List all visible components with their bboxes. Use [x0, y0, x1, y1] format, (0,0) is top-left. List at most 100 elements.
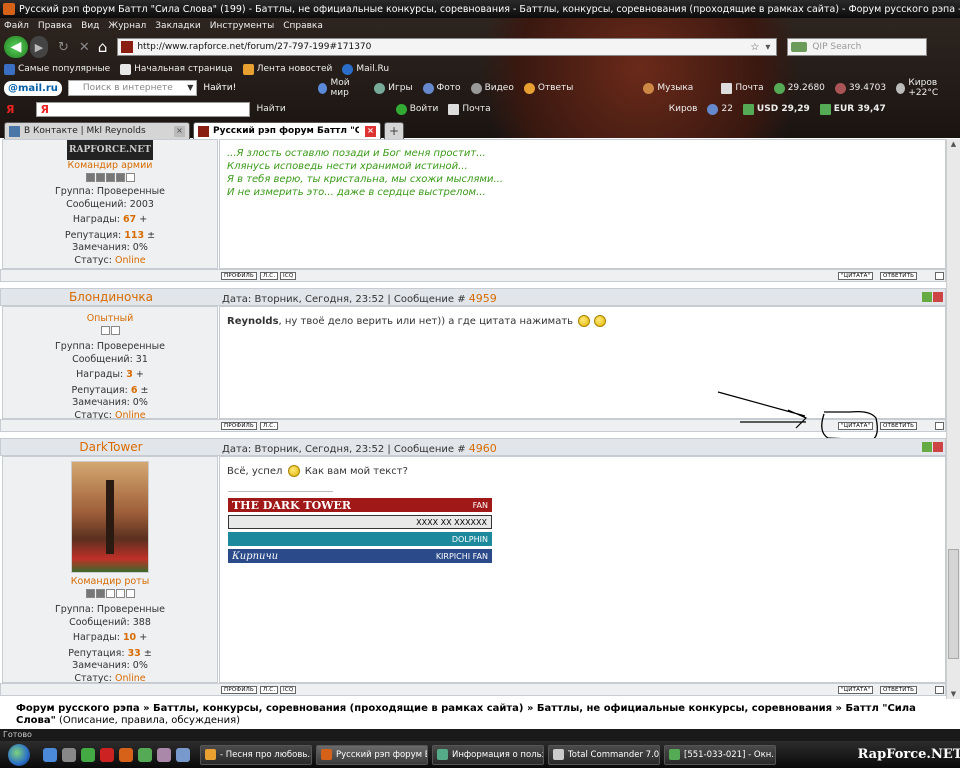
- rep-value[interactable]: 6: [131, 385, 138, 396]
- address-bar[interactable]: http://www.rapforce.net/forum/27-797-199…: [117, 38, 778, 56]
- scroll-up-icon[interactable]: ▲: [949, 140, 958, 148]
- scroll-top-icon[interactable]: [935, 422, 944, 430]
- bookmark-mailru[interactable]: Mail.Ru: [342, 63, 389, 75]
- search-engine-icon[interactable]: [791, 42, 808, 52]
- opera-quicklaunch-icon[interactable]: [100, 747, 114, 762]
- mailbar-item-my-world[interactable]: Мой мир: [318, 78, 364, 98]
- forward-button[interactable]: ▶: [30, 36, 48, 58]
- yabar-login[interactable]: Войти: [395, 103, 438, 115]
- scrollbar-thumb[interactable]: [948, 549, 959, 659]
- yandex-search-input[interactable]: Я: [36, 101, 251, 117]
- home-icon[interactable]: ⌂: [98, 38, 108, 56]
- awards-value[interactable]: 67: [123, 214, 136, 225]
- app-quicklaunch-icon[interactable]: [138, 747, 152, 762]
- address-url[interactable]: http://www.rapforce.net/forum/27-797-199…: [137, 42, 750, 52]
- signature-banner[interactable]: THE DARK TOWER FAN: [228, 498, 492, 512]
- signature-banner[interactable]: XXXX XX XXXXXX: [228, 515, 492, 529]
- ie-quicklaunch-icon[interactable]: [43, 747, 57, 762]
- plus-icon[interactable]: +: [139, 632, 147, 643]
- pm-button[interactable]: Л.С.: [260, 272, 279, 280]
- mailbar-item-mail[interactable]: Почта: [721, 82, 764, 94]
- awards-value[interactable]: 10: [123, 632, 136, 643]
- tab-rapforce[interactable]: Русский рэп форум Баттл "Сила ... ×: [193, 122, 381, 139]
- signature-banner[interactable]: DOLPHIN: [228, 532, 492, 546]
- thumbs-up-icon[interactable]: [922, 292, 932, 302]
- yandex-logo[interactable]: Я: [6, 103, 14, 116]
- reply-button[interactable]: ОТВЕТИТЬ: [880, 686, 918, 694]
- author-nick[interactable]: DarkTower: [3, 440, 219, 454]
- mailru-search-input[interactable]: Поиск в интернете: [67, 80, 198, 96]
- bookmark-news[interactable]: Лента новостей: [242, 63, 332, 75]
- rep-value[interactable]: 33: [128, 648, 141, 659]
- menu-edit[interactable]: Правка: [38, 21, 72, 31]
- scroll-top-icon[interactable]: [935, 686, 944, 694]
- bookmark-popular[interactable]: Самые популярные: [4, 63, 110, 75]
- thumbs-down-icon[interactable]: [933, 442, 943, 452]
- profile-button[interactable]: ПРОФИЛЬ: [221, 422, 257, 430]
- reply-button[interactable]: ОТВЕТИТЬ: [880, 272, 918, 280]
- tab-close-icon[interactable]: ×: [174, 125, 185, 137]
- profile-button[interactable]: ПРОФИЛЬ: [221, 272, 257, 280]
- folder-quicklaunch-icon[interactable]: [62, 747, 76, 762]
- thumbs-down-icon[interactable]: [933, 292, 943, 302]
- page-scrollbar[interactable]: ▲ ▼: [946, 139, 960, 699]
- yabar-mail[interactable]: Почта: [448, 103, 491, 115]
- icq-button[interactable]: ICQ: [280, 686, 297, 694]
- menu-view[interactable]: Вид: [81, 21, 99, 31]
- plus-minus-icon[interactable]: ±: [141, 385, 149, 396]
- search-box[interactable]: QIP Search: [787, 38, 928, 56]
- menu-help[interactable]: Справка: [283, 21, 323, 31]
- awards-value[interactable]: 3: [126, 369, 133, 380]
- taskbar-item-window[interactable]: [551-033-021] - Окн...: [664, 744, 776, 765]
- thumbs-up-icon[interactable]: [922, 442, 932, 452]
- menu-file[interactable]: Файл: [4, 21, 29, 31]
- yandex-search-button[interactable]: Найти: [256, 104, 285, 114]
- mailbar-weather[interactable]: Киров +22°C: [896, 78, 960, 98]
- scroll-top-icon[interactable]: [935, 272, 944, 280]
- taskbar-item-firefox[interactable]: Русский рэп форум Б...: [316, 744, 428, 765]
- firefox-quicklaunch-icon[interactable]: [119, 747, 133, 762]
- rep-value[interactable]: 113: [124, 230, 144, 241]
- new-tab-button[interactable]: +: [384, 122, 404, 139]
- plus-minus-icon[interactable]: ±: [147, 230, 155, 241]
- plus-icon[interactable]: +: [136, 369, 144, 380]
- plus-minus-icon[interactable]: ±: [144, 648, 152, 659]
- reload-icon[interactable]: ↻: [58, 40, 69, 55]
- mailru-search-button[interactable]: Найти!: [203, 83, 236, 93]
- tab-vkontakte[interactable]: В Контакте | Mkl Reynolds ×: [4, 122, 190, 139]
- profile-button[interactable]: ПРОФИЛЬ: [221, 686, 257, 694]
- menu-tools[interactable]: Инструменты: [210, 21, 274, 31]
- quote-button[interactable]: "ЦИТАТА": [838, 686, 874, 694]
- mailru-logo[interactable]: @mail.ru: [4, 80, 62, 96]
- mailbar-item-photo[interactable]: Фото: [422, 82, 461, 94]
- mailbar-item-music[interactable]: Музыка: [643, 82, 693, 94]
- start-button[interactable]: [0, 741, 38, 768]
- tab-close-icon[interactable]: ×: [365, 125, 376, 137]
- taskbar-item-info[interactable]: Информация о польз...: [432, 744, 544, 765]
- taskbar-item-totalcmd[interactable]: Total Commander 7.0...: [548, 744, 660, 765]
- scroll-down-icon[interactable]: ▼: [949, 690, 958, 698]
- app-quicklaunch-icon[interactable]: [176, 747, 190, 762]
- post-number[interactable]: 4960: [469, 442, 497, 455]
- quoted-author[interactable]: Reynolds: [227, 316, 279, 327]
- bookmark-start[interactable]: Начальная страница: [120, 63, 233, 75]
- back-button[interactable]: ◀: [4, 36, 28, 58]
- app-quicklaunch-icon[interactable]: [157, 747, 171, 762]
- stop-icon[interactable]: ✕: [79, 40, 90, 55]
- menu-history[interactable]: Журнал: [108, 21, 146, 31]
- post-number[interactable]: 4959: [469, 292, 497, 305]
- author-nick[interactable]: Блондиночка: [3, 290, 219, 304]
- quote-button[interactable]: "ЦИТАТА": [838, 272, 874, 280]
- mailbar-item-games[interactable]: Игры: [374, 82, 413, 94]
- yabar-city[interactable]: Киров: [669, 104, 698, 114]
- menu-bookmarks[interactable]: Закладки: [155, 21, 201, 31]
- pm-button[interactable]: Л.С.: [260, 686, 279, 694]
- signature-banner[interactable]: Кирпичи KIRPICHI FAN: [228, 549, 492, 563]
- plus-icon[interactable]: +: [139, 214, 147, 225]
- icq-quicklaunch-icon[interactable]: [81, 747, 95, 762]
- mailbar-item-answers[interactable]: Ответы: [523, 82, 573, 94]
- bookmark-star-icon[interactable]: ☆: [750, 42, 759, 53]
- taskbar-item-song[interactable]: - Песня про любовь...: [200, 744, 312, 765]
- dropdown-icon[interactable]: ▾: [765, 42, 770, 53]
- pm-button[interactable]: Л.С.: [260, 422, 279, 430]
